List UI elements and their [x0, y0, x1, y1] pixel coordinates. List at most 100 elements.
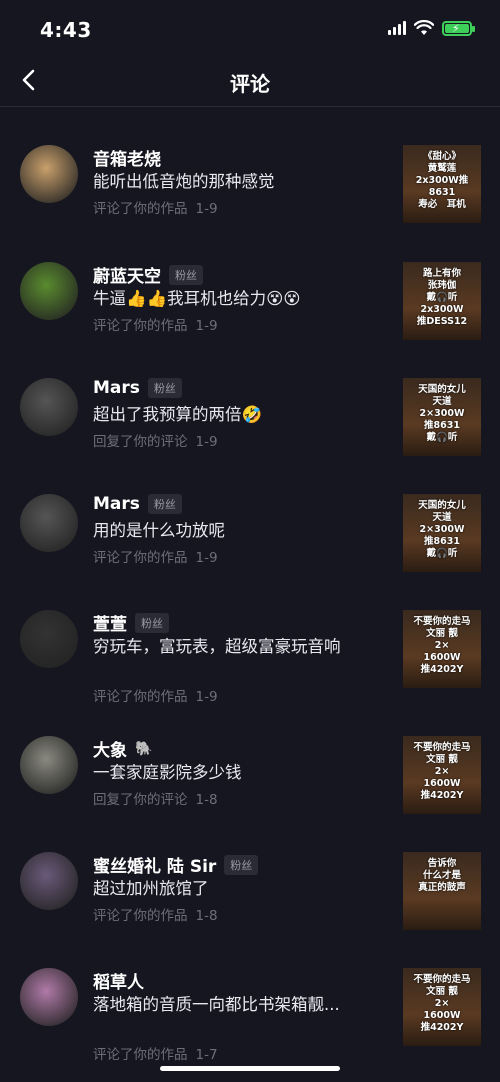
- commenter-name[interactable]: 稻草人: [93, 968, 144, 993]
- thumbnail-caption: 《甜心》 黄鹫莲 2x300W推8631 寿必 耳机: [403, 151, 481, 211]
- thumbnail-caption-line: 《甜心》: [422, 151, 461, 162]
- comment-text[interactable]: 牛逼👍👍我耳机也给力😵😵: [93, 288, 358, 310]
- comment-item[interactable]: 蔚蓝天空 粉丝 牛逼👍👍我耳机也给力😵😵 评论了你的作品 1-9 路上有你 张玮伽戴…: [0, 224, 500, 340]
- commenter-name[interactable]: 萱萱: [93, 610, 127, 635]
- video-thumbnail[interactable]: 天国的女儿 天道 2×300W 推8631 戴🎧听: [403, 378, 481, 456]
- video-thumbnail[interactable]: 天国的女儿 天道 2×300W 推8631 戴🎧听: [403, 494, 481, 572]
- thumbnail-caption-line: 2×: [434, 640, 450, 651]
- comment-date: 1-8: [195, 908, 218, 924]
- comment-meta: 评论了你的作品 1-7: [93, 1043, 218, 1063]
- commenter-name[interactable]: 音箱老烧: [93, 145, 161, 170]
- name-row: Mars 粉丝: [93, 494, 182, 514]
- commenter-name[interactable]: Mars: [93, 494, 140, 514]
- thumbnail-caption: 不要你的走马 文丽 靓 2× 1600W 推4202Y: [403, 974, 481, 1034]
- thumbnail-caption-line: 寿必 耳机: [418, 199, 466, 210]
- comment-date: 1-7: [195, 1047, 218, 1063]
- thumbnail-caption-line: 推4202Y: [420, 790, 464, 801]
- signal-icon: [388, 21, 406, 35]
- fan-badge: 粉丝: [224, 854, 259, 875]
- comment-text[interactable]: 超出了我预算的两倍🤣: [93, 404, 358, 426]
- name-row: 蜜丝婚礼 陆 Sir 粉丝: [93, 852, 259, 877]
- thumbnail-caption-line: 不要你的走马: [413, 974, 471, 985]
- video-thumbnail[interactable]: 告诉你 什么才是 真正的鼓声: [403, 852, 481, 930]
- thumbnail-caption-line: 不要你的走马: [413, 616, 471, 627]
- comment-item[interactable]: 稻草人 落地箱的音质一向都比书架箱靓... 评论了你的作品 1-7 不要你的走马文…: [0, 930, 500, 1063]
- comment-text[interactable]: 用的是什么功放呢: [93, 520, 358, 542]
- thumbnail-caption-line: 推8631: [424, 420, 460, 431]
- commenter-name[interactable]: 大象: [93, 736, 127, 761]
- comment-item[interactable]: 萱萱 粉丝 穷玩车，富玩表，超级富豪玩音响 评论了你的作品 1-9 不要你的走马文…: [0, 572, 500, 705]
- name-emoji: 🐘: [135, 740, 153, 757]
- avatar[interactable]: [20, 494, 78, 552]
- fan-badge: 粉丝: [147, 378, 182, 398]
- avatar[interactable]: [20, 736, 78, 794]
- thumbnail-caption-line: 文丽 靓: [426, 628, 458, 639]
- action-text: 评论了你的作品: [93, 908, 188, 924]
- action-text: 评论了你的作品: [93, 201, 188, 217]
- home-indicator: [160, 1066, 340, 1071]
- thumbnail-caption: 天国的女儿 天道 2×300W 推8631 戴🎧听: [403, 384, 481, 444]
- commenter-name[interactable]: 蜜丝婚礼 陆 Sir: [93, 852, 216, 877]
- thumbnail-caption: 告诉你 什么才是 真正的鼓声: [403, 858, 481, 894]
- thumbnail-caption-line: 路上有你: [422, 268, 461, 279]
- comment-meta: 回复了你的评论 1-9: [93, 430, 218, 450]
- comment-date: 1-9: [195, 550, 218, 566]
- comment-item[interactable]: Mars 粉丝 用的是什么功放呢 评论了你的作品 1-9 天国的女儿 天道 2×300…: [0, 456, 500, 572]
- avatar[interactable]: [20, 262, 78, 320]
- thumbnail-caption-line: 文丽 靓: [426, 754, 458, 765]
- fan-badge: 粉丝: [169, 264, 203, 285]
- thumbnail-caption-line: 张玮伽: [427, 280, 457, 291]
- action-text: 回复了你的评论: [93, 434, 188, 450]
- status-time: 4:43: [40, 18, 92, 42]
- avatar[interactable]: [20, 145, 78, 203]
- thumbnail-caption-line: 推DESS12: [416, 316, 468, 327]
- comment-meta: 评论了你的作品 1-9: [93, 197, 218, 217]
- comment-date: 1-9: [195, 201, 218, 217]
- commenter-name[interactable]: Mars: [93, 378, 140, 398]
- thumbnail-caption-line: 文丽 靓: [426, 986, 458, 997]
- thumbnail-caption-line: 1600W: [423, 778, 461, 789]
- thumbnail-caption-line: 黄鹫莲: [427, 163, 457, 174]
- thumbnail-caption: 路上有你 张玮伽 戴🎧听 2x300W 推DESS12: [403, 268, 481, 328]
- name-row: 蔚蓝天空 粉丝: [93, 262, 203, 287]
- thumbnail-caption-line: 推4202Y: [420, 1022, 464, 1033]
- thumbnail-caption-line: 不要你的走马: [413, 742, 471, 753]
- video-thumbnail[interactable]: 《甜心》 黄鹫莲 2x300W推8631 寿必 耳机: [403, 145, 481, 223]
- comment-text[interactable]: 一套家庭影院多少钱: [93, 762, 358, 784]
- comment-text[interactable]: 落地箱的音质一向都比书架箱靓...: [93, 994, 358, 1016]
- comment-item[interactable]: Mars 粉丝 超出了我预算的两倍🤣 回复了你的评论 1-9 天国的女儿 天道 2×3…: [0, 340, 500, 456]
- comment-meta: 评论了你的作品 1-9: [93, 314, 218, 334]
- thumbnail-caption-line: 1600W: [423, 652, 461, 663]
- fan-badge: 粉丝: [147, 494, 182, 514]
- avatar[interactable]: [20, 378, 78, 436]
- comment-text[interactable]: 超过加州旅馆了: [93, 878, 358, 900]
- comment-text[interactable]: 穷玩车，富玩表，超级富豪玩音响: [93, 636, 358, 658]
- comment-list: 音箱老烧 能听出低音炮的那种感觉 评论了你的作品 1-9 《甜心》 黄鹫莲 2x300…: [0, 107, 500, 1063]
- status-bar: 4:43 ⚡: [0, 0, 500, 56]
- thumbnail-caption-line: 告诉你: [427, 858, 457, 869]
- comment-item[interactable]: 蜜丝婚礼 陆 Sir 粉丝 超过加州旅馆了 评论了你的作品 1-8 告诉你 什么才是…: [0, 814, 500, 930]
- thumbnail-caption-line: 天国的女儿: [418, 384, 466, 395]
- thumbnail-caption-line: 2×: [434, 766, 450, 777]
- video-thumbnail[interactable]: 不要你的走马 文丽 靓 2× 1600W 推4202Y: [403, 610, 481, 688]
- thumbnail-caption-line: 推4202Y: [420, 664, 464, 675]
- comment-date: 1-9: [195, 318, 218, 334]
- video-thumbnail[interactable]: 路上有你 张玮伽 戴🎧听 2x300W 推DESS12: [403, 262, 481, 340]
- video-thumbnail[interactable]: 不要你的走马 文丽 靓 2× 1600W 推4202Y: [403, 968, 481, 1046]
- thumbnail-caption-line: 什么才是: [422, 870, 461, 881]
- commenter-name[interactable]: 蔚蓝天空: [93, 262, 161, 287]
- comment-item[interactable]: 大象 🐘 一套家庭影院多少钱 回复了你的评论 1-8 不要你的走马 文丽 靓 2× 16…: [0, 698, 500, 814]
- avatar[interactable]: [20, 852, 78, 910]
- avatar[interactable]: [20, 968, 78, 1026]
- status-icons: ⚡: [388, 20, 475, 36]
- comment-item[interactable]: 音箱老烧 能听出低音炮的那种感觉 评论了你的作品 1-9 《甜心》 黄鹫莲 2x300…: [0, 107, 500, 224]
- video-thumbnail[interactable]: 不要你的走马 文丽 靓 2× 1600W 推4202Y: [403, 736, 481, 814]
- thumbnail-caption-line: 2x300W: [420, 304, 464, 315]
- comment-date: 1-9: [195, 434, 218, 450]
- comment-text[interactable]: 能听出低音炮的那种感觉: [93, 171, 358, 193]
- page-title: 评论: [230, 72, 270, 96]
- comment-meta: 评论了你的作品 1-8: [93, 904, 218, 924]
- comment-date: 1-8: [195, 792, 218, 808]
- nav-bar: 评论: [0, 56, 500, 107]
- avatar[interactable]: [20, 610, 78, 668]
